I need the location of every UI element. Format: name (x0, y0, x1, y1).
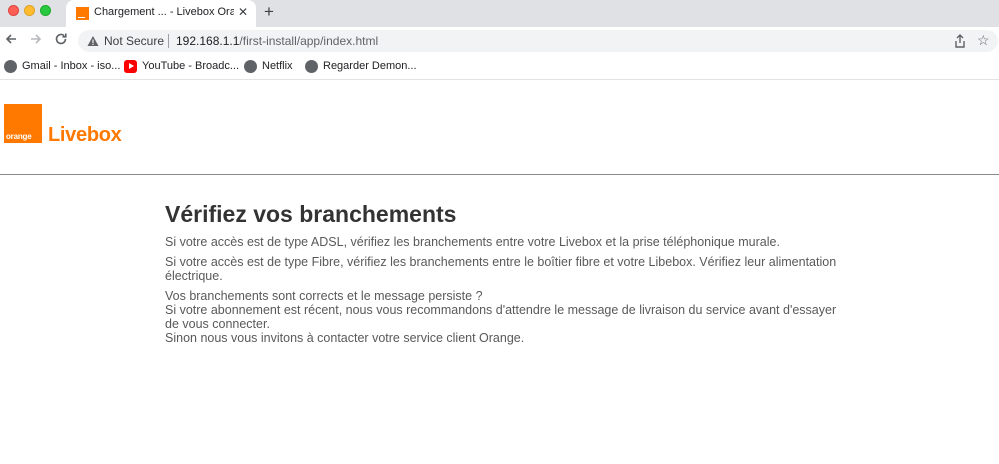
orange-favicon-icon (76, 7, 89, 20)
fibre-paragraph: Si votre accès est de type Fibre, vérifi… (165, 255, 837, 283)
share-icon[interactable] (953, 34, 967, 48)
tab-strip: Chargement ... - Livebox Orange ✕ + (0, 0, 999, 27)
help-recent-subscription: Si votre abonnement est récent, nous vou… (165, 303, 837, 331)
help-question: Vos branchements sont corrects et le mes… (165, 289, 483, 303)
bookmark-label: YouTube - Broadc... (142, 60, 240, 72)
close-window-button[interactable] (8, 5, 19, 16)
maximize-window-button[interactable] (40, 5, 51, 16)
bookmarks-bar: Gmail - Inbox - iso... YouTube - Broadc.… (0, 54, 999, 80)
logo-text: orange (6, 132, 32, 141)
adsl-paragraph: Si votre accès est de type ADSL, vérifie… (165, 235, 780, 249)
main-content: Vérifiez vos branchements Si votre accès… (165, 200, 845, 345)
tab-title: Chargement ... - Livebox Orange (94, 6, 234, 18)
bookmark-label: Netflix (262, 60, 293, 72)
page-title: Vérifiez vos branchements (165, 201, 457, 227)
url-path: /first-install/app/index.html (239, 34, 379, 48)
bookmark-star-icon[interactable]: ☆ (977, 32, 990, 48)
youtube-icon (124, 60, 137, 73)
warning-icon[interactable] (87, 35, 99, 47)
security-label[interactable]: Not Secure (104, 34, 164, 48)
bookmark-label: Regarder Demon... (323, 60, 417, 72)
livebox-header: orange Livebox (0, 81, 999, 175)
forward-arrow-icon[interactable] (29, 32, 43, 46)
omnibox-divider (168, 34, 169, 48)
help-block: Vos branchements sont corrects et le mes… (165, 289, 845, 345)
brand-name: Livebox (48, 124, 122, 146)
browser-tab[interactable]: Chargement ... - Livebox Orange ✕ (66, 0, 256, 27)
globe-icon (4, 60, 17, 73)
minimize-window-button[interactable] (24, 5, 35, 16)
url-text[interactable]: 192.168.1.1/first-install/app/index.html (176, 34, 378, 48)
help-contact: Sinon nous vous invitons à contacter vot… (165, 331, 525, 345)
browser-toolbar: Not Secure 192.168.1.1/first-install/app… (0, 27, 999, 54)
orange-logo: orange (4, 104, 42, 143)
bookmark-label: Gmail - Inbox - iso... (22, 60, 121, 72)
new-tab-icon[interactable]: + (264, 3, 274, 21)
address-bar[interactable]: Not Secure 192.168.1.1/first-install/app… (78, 30, 998, 52)
back-arrow-icon[interactable] (4, 32, 18, 46)
globe-icon (305, 60, 318, 73)
url-host: 192.168.1.1 (176, 34, 240, 48)
reload-icon[interactable] (54, 32, 68, 46)
close-tab-icon[interactable]: ✕ (238, 5, 248, 19)
globe-icon (244, 60, 257, 73)
